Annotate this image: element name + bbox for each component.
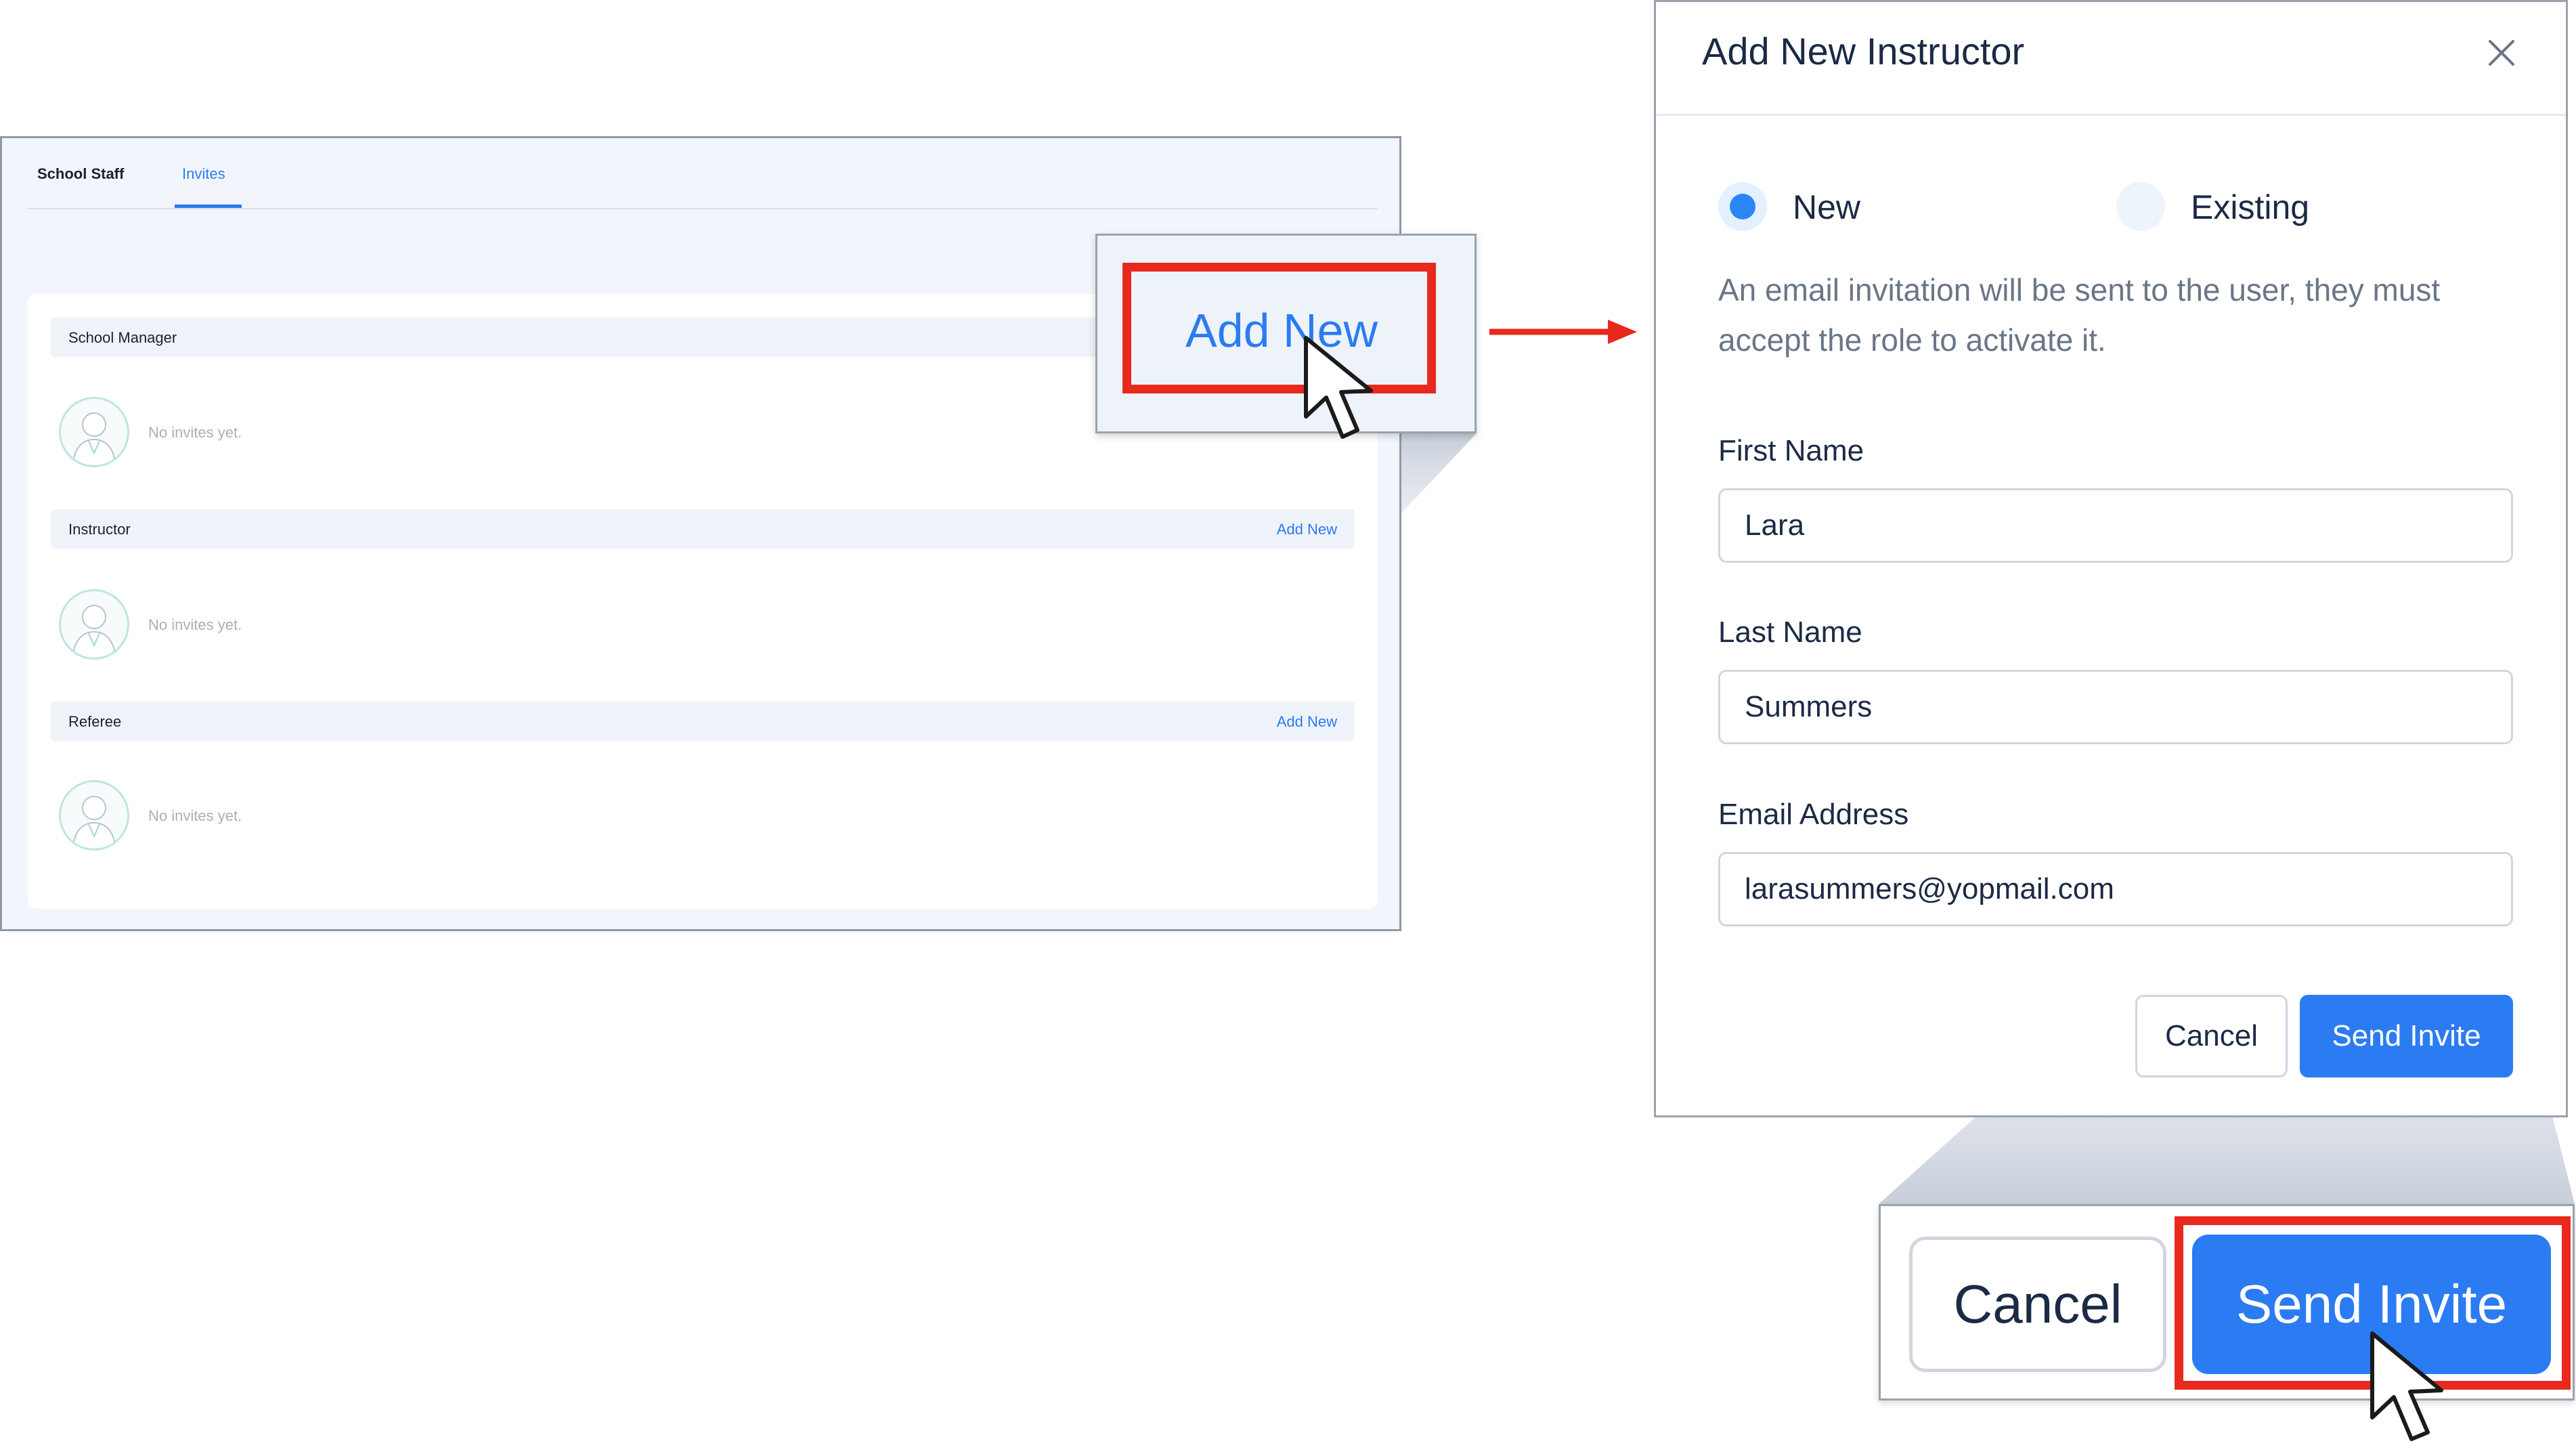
empty-text: No invites yet.: [148, 807, 242, 824]
mouse-pointer-icon: [2370, 1331, 2443, 1441]
tab-bar: School Staff Invites: [2, 138, 1399, 209]
empty-state-instructor: No invites yet.: [59, 589, 330, 664]
section-label: Instructor: [68, 521, 131, 538]
section-label: Referee: [68, 713, 122, 730]
user-avatar-icon: [59, 589, 129, 660]
add-instructor-modal: Add New Instructor New Existing An email…: [1654, 0, 2568, 1117]
empty-state-school-manager: No invites yet.: [59, 397, 330, 471]
section-header-instructor: Instructor Add New: [51, 509, 1355, 549]
modal-divider: [1656, 114, 2566, 116]
empty-text: No invites yet.: [148, 424, 242, 441]
first-name-input[interactable]: [1718, 488, 2513, 563]
tab-school-staff[interactable]: School Staff: [37, 165, 124, 183]
close-icon[interactable]: [2486, 37, 2517, 68]
section-header-referee: Referee Add New: [51, 702, 1355, 741]
last-name-label: Last Name: [1718, 616, 1862, 649]
radio-label-existing[interactable]: Existing: [2191, 188, 2309, 227]
send-invite-button[interactable]: Send Invite: [2300, 995, 2513, 1077]
arrow-right-icon: [1489, 320, 1637, 344]
email-input[interactable]: [1718, 852, 2513, 926]
add-new-instructor-link[interactable]: Add New: [1277, 521, 1337, 538]
invitation-info-text: An email invitation will be sent to the …: [1718, 272, 2441, 358]
radio-existing[interactable]: [2116, 182, 2165, 231]
radio-label-new[interactable]: New: [1793, 188, 1860, 227]
first-name-label: First Name: [1718, 434, 1864, 467]
add-new-referee-link[interactable]: Add New: [1277, 713, 1337, 731]
last-name-input[interactable]: [1718, 670, 2513, 744]
empty-state-referee: No invites yet.: [59, 780, 330, 855]
tabs-divider: [28, 208, 1378, 209]
user-avatar-icon: [59, 780, 129, 851]
cancel-button[interactable]: Cancel: [2135, 995, 2288, 1077]
section-label: School Manager: [68, 329, 177, 346]
modal-title: Add New Instructor: [1702, 30, 2025, 72]
user-avatar-icon: [59, 397, 129, 467]
cancel-button-zoomed[interactable]: Cancel: [1909, 1237, 2166, 1372]
empty-text: No invites yet.: [148, 616, 242, 633]
email-label: Email Address: [1718, 798, 1909, 831]
radio-new[interactable]: [1718, 182, 1767, 231]
tab-invites[interactable]: Invites: [182, 165, 225, 183]
mouse-pointer-icon: [1304, 336, 1373, 439]
